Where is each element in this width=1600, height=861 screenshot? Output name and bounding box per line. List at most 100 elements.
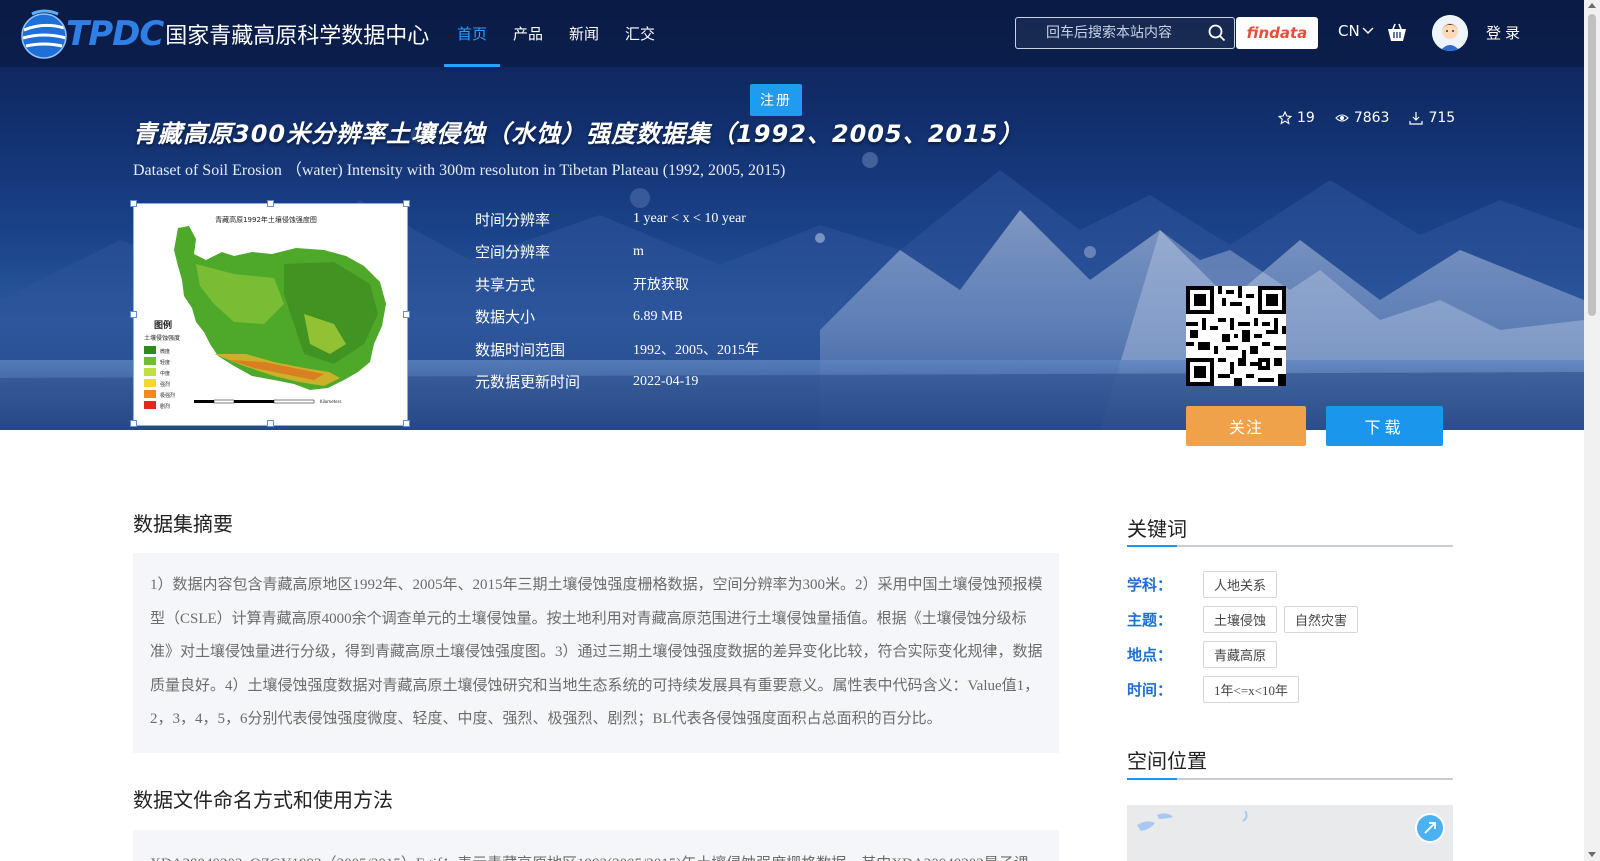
legend-swatch <box>144 379 156 387</box>
meta-value: 1992、2005、2015年 <box>633 343 759 359</box>
search-input[interactable] <box>1016 18 1196 48</box>
scroll-down-icon[interactable] <box>1588 852 1596 857</box>
view-count: 7863 <box>1335 110 1390 126</box>
keyword-label: 主题： <box>1127 611 1173 629</box>
keyword-tag[interactable]: 1年<=x<10年 <box>1203 676 1299 703</box>
nav-submit[interactable]: 汇交 <box>612 0 668 67</box>
star-count-value: 19 <box>1297 110 1315 126</box>
main-nav: 首页 产品 新闻 汇交 <box>444 0 668 67</box>
language-switch[interactable]: CN <box>1338 22 1374 40</box>
logo-text: TPDC <box>66 14 164 54</box>
location-heading: 空间位置 <box>1127 749 1207 773</box>
view-count-value: 7863 <box>1353 110 1390 126</box>
keyword-row-discipline: 学科： 人地关系 <box>1127 571 1284 598</box>
meta-value: 6.89 MB <box>633 308 683 324</box>
resize-handle[interactable] <box>403 420 410 427</box>
location-map[interactable] <box>1127 805 1453 861</box>
findata-button[interactable]: findata <box>1236 17 1318 49</box>
legend-swatch <box>144 346 156 354</box>
site-logo[interactable]: TPDC 国家青藏高原科学数据中心 <box>14 4 429 64</box>
legend-swatch <box>144 368 156 376</box>
meta-row: 时间分辨率 1 year < x < 10 year <box>475 203 759 236</box>
expand-icon <box>1424 822 1436 834</box>
avatar[interactable] <box>1432 15 1468 51</box>
scroll-thumb[interactable] <box>1588 14 1596 316</box>
usage-heading: 数据文件命名方式和使用方法 <box>133 788 393 812</box>
keyword-tag[interactable]: 自然灾害 <box>1284 606 1359 633</box>
meta-value: m <box>633 243 644 259</box>
meta-label: 数据大小 <box>475 308 536 327</box>
nav-news[interactable]: 新闻 <box>556 0 612 67</box>
legend-item: 中度 <box>160 370 170 377</box>
keyword-tag[interactable]: 土壤侵蚀 <box>1203 606 1278 633</box>
page-scrollbar[interactable] <box>1584 0 1600 861</box>
resize-handle[interactable] <box>130 420 137 427</box>
download-count-value: 715 <box>1428 110 1456 126</box>
site-search <box>1015 17 1235 49</box>
dataset-title-cn: 青藏高原300米分辨率土壤侵蚀（水蚀）强度数据集（1992、2005、2015） <box>133 120 1024 148</box>
keyword-row-theme: 主题： 土壤侵蚀 自然灾害 <box>1127 606 1365 633</box>
site-name: 国家青藏高原科学数据中心 <box>165 24 430 49</box>
keyword-tag[interactable]: 人地关系 <box>1203 571 1278 598</box>
map-legend: 微度 轻度 中度 强烈 极强烈 剧烈 <box>144 346 175 410</box>
download-count: 715 <box>1409 110 1455 126</box>
download-button[interactable]: 下载 <box>1326 406 1443 446</box>
legend-swatch <box>144 390 156 398</box>
star-icon <box>1278 111 1292 125</box>
keyword-label: 地点： <box>1127 646 1173 664</box>
erosion-map-image: 青藏高原1992年土壤侵蚀强度图 图例 土壤侵蚀强度 微度 轻度 中度 强烈 极… <box>144 215 386 410</box>
keywords-divider <box>1127 545 1453 547</box>
star-count[interactable]: 19 <box>1278 110 1315 126</box>
register-button[interactable]: 注册 <box>750 84 802 116</box>
meta-value: 开放获取 <box>633 277 689 294</box>
keyword-label: 时间： <box>1127 681 1173 699</box>
scroll-up-icon[interactable] <box>1588 3 1596 8</box>
keyword-row-time: 时间： 1年<=x<10年 <box>1127 676 1306 703</box>
resize-handle[interactable] <box>267 420 274 427</box>
user-avatar-icon <box>1432 15 1468 51</box>
keyword-row-place: 地点： 青藏高原 <box>1127 641 1284 668</box>
search-icon[interactable] <box>1208 24 1226 42</box>
legend-subtitle: 土壤侵蚀强度 <box>144 334 180 342</box>
nav-home[interactable]: 首页 <box>444 0 501 67</box>
top-header: TPDC 国家青藏高原科学数据中心 首页 产品 新闻 汇交 findata CN <box>0 0 1584 67</box>
login-link[interactable]: 登录 <box>1486 22 1524 43</box>
meta-row: 共享方式 开放获取 <box>475 268 759 301</box>
map-tiles <box>1137 810 1248 831</box>
meta-label: 共享方式 <box>475 275 536 294</box>
map-title: 青藏高原1992年土壤侵蚀强度图 <box>215 215 317 224</box>
location-divider <box>1127 778 1453 780</box>
expand-map-button[interactable] <box>1415 813 1445 843</box>
cart-icon[interactable] <box>1386 22 1408 44</box>
resize-handle[interactable] <box>403 311 410 318</box>
legend-item: 极强烈 <box>160 392 175 399</box>
legend-item: 强烈 <box>160 381 170 388</box>
legend-item: 微度 <box>160 348 170 355</box>
dataset-title-en: Dataset of Soil Erosion （water) Intensit… <box>133 162 786 179</box>
map-scale-bar: Kilometers <box>194 399 341 404</box>
scale-label: Kilometers <box>320 399 341 404</box>
chevron-down-icon <box>1362 27 1374 35</box>
meta-row: 数据大小 6.89 MB <box>475 301 759 334</box>
findata-label: findata <box>1246 24 1308 42</box>
meta-row: 空间分辨率 m <box>475 236 759 269</box>
meta-row: 元数据更新时间 2022-04-19 <box>475 366 759 399</box>
resize-handle[interactable] <box>403 200 410 207</box>
meta-label: 空间分辨率 <box>475 243 551 262</box>
keyword-label: 学科： <box>1127 576 1173 594</box>
keyword-tag[interactable]: 青藏高原 <box>1203 641 1278 668</box>
qr-code-icon <box>1186 286 1286 386</box>
dataset-metadata: 时间分辨率 1 year < x < 10 year 空间分辨率 m 共享方式 … <box>475 203 759 398</box>
keywords-heading: 关键词 <box>1127 517 1187 541</box>
follow-button[interactable]: 关注 <box>1186 406 1306 446</box>
nav-products[interactable]: 产品 <box>500 0 556 67</box>
globe-logo-icon <box>21 9 67 59</box>
meta-value: 1 year < x < 10 year <box>633 211 746 227</box>
meta-row: 数据时间范围 1992、2005、2015年 <box>475 333 759 366</box>
resize-handle[interactable] <box>267 200 274 207</box>
resize-handle[interactable] <box>130 200 137 207</box>
dataset-thumbnail[interactable]: 青藏高原1992年土壤侵蚀强度图 图例 土壤侵蚀强度 微度 轻度 中度 强烈 极… <box>130 200 410 427</box>
resize-handle[interactable] <box>130 311 137 318</box>
legend-swatch <box>144 401 156 409</box>
eye-icon <box>1335 114 1349 122</box>
